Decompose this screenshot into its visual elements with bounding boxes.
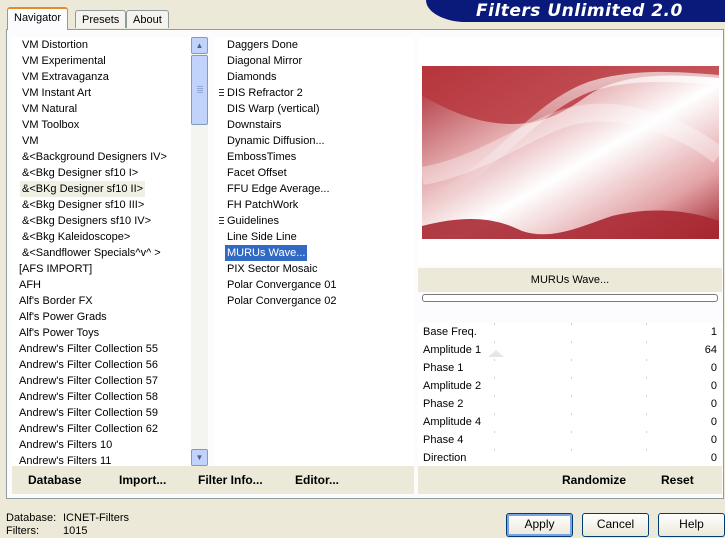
param-slider[interactable]: Phase 2 0 — [418, 396, 722, 414]
param-name: Amplitude 2 — [423, 380, 482, 392]
filter-item[interactable]: DIS Warp (vertical) — [225, 101, 322, 117]
param-value: 1 — [710, 326, 717, 338]
category-item[interactable]: VM — [20, 133, 41, 149]
category-item[interactable]: &<Bkg Designer sf10 III> — [20, 197, 146, 213]
param-slider[interactable]: Phase 1 0 — [418, 360, 722, 378]
category-item[interactable]: Andrew's Filter Collection 58 — [17, 389, 160, 405]
category-item[interactable]: &<BKg Designer sf10 II> — [20, 181, 146, 197]
param-name: Phase 4 — [423, 434, 464, 446]
selected-filter-name: MURUs Wave... — [530, 274, 610, 286]
category-item[interactable]: Andrew's Filters 10 — [17, 437, 114, 453]
param-name: Direction — [423, 452, 467, 464]
filter-item[interactable]: Downstairs — [225, 117, 283, 133]
filters-count: 1015 — [63, 525, 88, 537]
category-list[interactable]: VM Distortion VM Experimental VM Extravaga… — [12, 37, 191, 466]
category-item[interactable]: VM Instant Art — [20, 85, 93, 101]
tab-about[interactable]: About — [126, 10, 169, 28]
param-value: 0 — [710, 434, 717, 446]
preview-image — [422, 66, 719, 239]
param-value: 0 — [710, 452, 717, 464]
filter-item[interactable]: EmbossTimes — [225, 149, 298, 165]
category-item[interactable]: Alf's Power Toys — [17, 325, 101, 341]
filter-item[interactable]: Dynamic Diffusion... — [225, 133, 327, 149]
filter-item[interactable]: Guidelines — [225, 213, 281, 229]
scroll-thumb[interactable] — [191, 55, 208, 125]
database-value: ICNET-Filters — [63, 512, 129, 524]
filters-label: Filters: — [6, 525, 39, 537]
filter-item[interactable]: Daggers Done — [225, 37, 300, 53]
category-item[interactable]: Andrew's Filter Collection 55 — [17, 341, 160, 357]
filter-item[interactable]: Polar Convergance 01 — [225, 277, 338, 293]
category-item[interactable]: &<Bkg Kaleidoscope> — [20, 229, 132, 245]
help-button[interactable]: Help — [658, 513, 725, 537]
import-button[interactable]: Import... — [119, 473, 166, 487]
category-item[interactable]: VM Toolbox — [20, 117, 81, 133]
category-item[interactable]: Alf's Power Grads — [17, 309, 109, 325]
tab-presets[interactable]: Presets — [75, 10, 127, 28]
category-item[interactable]: Andrew's Filter Collection 62 — [17, 421, 160, 437]
category-item[interactable]: Andrew's Filter Collection 56 — [17, 357, 160, 373]
filter-item[interactable]: FFU Edge Average... — [225, 181, 332, 197]
filter-item[interactable]: MURUs Wave... — [223, 244, 309, 262]
param-value: 0 — [710, 380, 717, 392]
filter-item[interactable]: Diagonal Mirror — [225, 53, 304, 69]
apply-button[interactable]: Apply — [506, 513, 573, 537]
category-item[interactable]: &<Bkg Designer sf10 I> — [20, 165, 140, 181]
database-button[interactable]: Database — [28, 473, 81, 487]
param-slider[interactable]: Phase 4 0 — [418, 432, 722, 450]
filter-item[interactable]: Polar Convergance 02 — [225, 293, 338, 309]
cancel-button[interactable]: Cancel — [582, 513, 649, 537]
tab-navigator[interactable]: Navigator — [7, 7, 69, 30]
param-value: 0 — [710, 398, 717, 410]
category-item[interactable]: VM Natural — [20, 101, 79, 117]
param-name: Amplitude 4 — [423, 416, 482, 428]
filter-item[interactable]: DIS Refractor 2 — [225, 85, 305, 101]
param-slider[interactable]: Base Freq. 1 — [418, 324, 722, 342]
filter-list[interactable]: Daggers Done Diagonal Mirror Diamonds DIS R… — [214, 37, 414, 466]
category-item[interactable]: &<Background Designers IV> — [20, 149, 169, 165]
filter-info-button[interactable]: Filter Info... — [198, 473, 263, 487]
scroll-down-button[interactable]: ▼ — [191, 449, 208, 466]
param-slider[interactable]: Amplitude 4 0 — [418, 414, 722, 432]
category-item[interactable]: Andrew's Filter Collection 57 — [17, 373, 160, 389]
filter-item[interactable]: Diamonds — [225, 69, 279, 85]
param-name: Phase 2 — [423, 398, 464, 410]
scroll-up-button[interactable]: ▲ — [191, 37, 208, 54]
category-item[interactable]: Andrew's Filters 11 — [17, 453, 113, 466]
category-item[interactable]: [AFS IMPORT] — [17, 261, 94, 277]
category-item[interactable]: AFH — [17, 277, 43, 293]
param-slider[interactable]: Amplitude 2 0 — [418, 378, 722, 396]
reset-button[interactable]: Reset — [661, 473, 694, 487]
category-item[interactable]: &<Sandflower Specials^v^ > — [20, 245, 163, 261]
category-item[interactable]: Alf's Border FX — [17, 293, 95, 309]
param-value: 0 — [710, 416, 717, 428]
param-slider[interactable]: Amplitude 1 64 — [418, 342, 722, 360]
randomize-button[interactable]: Randomize — [562, 473, 626, 487]
grip-icon — [219, 217, 224, 226]
category-item[interactable]: VM Experimental — [20, 53, 108, 69]
grip-icon — [219, 89, 224, 98]
editor-button[interactable]: Editor... — [295, 473, 339, 487]
filter-item[interactable]: Facet Offset — [225, 165, 289, 181]
filter-item[interactable]: Line Side Line — [225, 229, 299, 245]
category-item[interactable]: VM Extravaganza — [20, 69, 111, 85]
param-value: 64 — [704, 344, 717, 356]
category-item[interactable]: VM Distortion — [20, 37, 90, 53]
param-name: Phase 1 — [423, 362, 464, 374]
param-name: Amplitude 1 — [423, 344, 482, 356]
param-value: 0 — [710, 362, 717, 374]
category-item[interactable]: Andrew's Filter Collection 59 — [17, 405, 160, 421]
filter-item[interactable]: FH PatchWork — [225, 197, 300, 213]
progress-bar — [422, 294, 718, 302]
category-item[interactable]: &<Bkg Designers sf10 IV> — [20, 213, 153, 229]
category-scrollbar[interactable]: ▲ ▼ — [191, 37, 208, 466]
param-name: Base Freq. — [423, 326, 477, 338]
app-title: Filters Unlimited 2.0 — [476, 1, 683, 21]
database-label: Database: — [6, 512, 57, 524]
filter-item[interactable]: PIX Sector Mosaic — [225, 261, 319, 277]
